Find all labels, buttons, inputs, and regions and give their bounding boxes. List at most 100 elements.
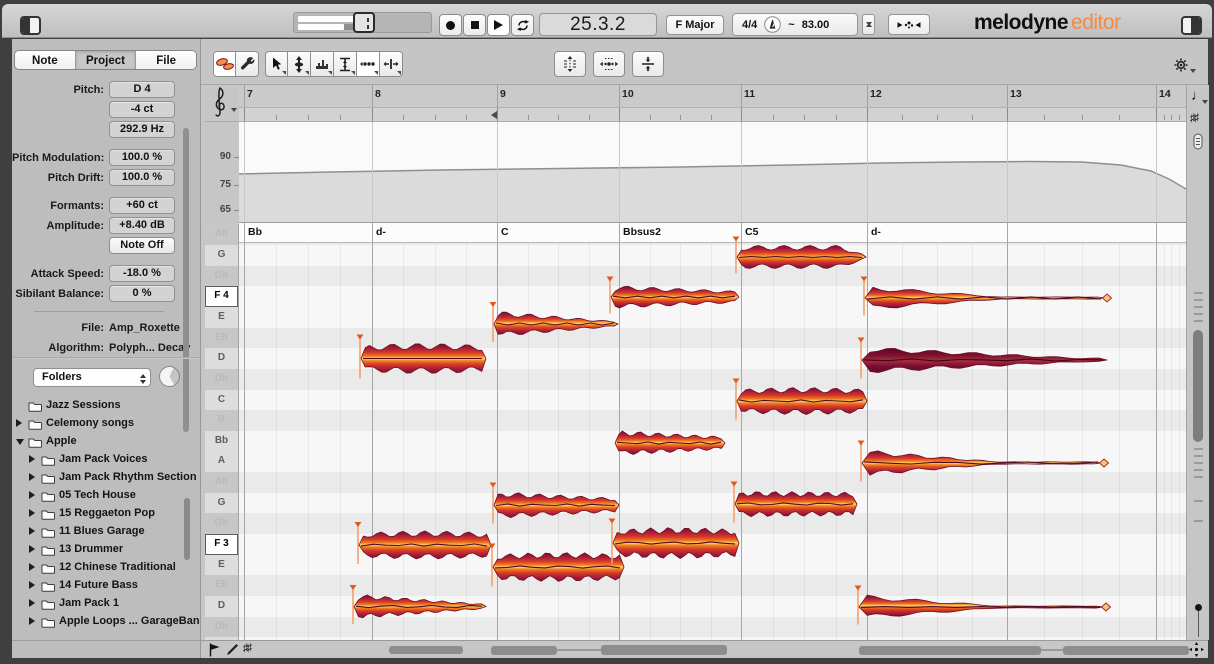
pitch-label[interactable]: G [205, 245, 238, 266]
progress-knob[interactable] [159, 366, 180, 387]
correct-pitch-macro-button[interactable] [554, 51, 586, 77]
pitch-label[interactable]: Ab [205, 472, 238, 493]
pitch-label[interactable]: Gb [205, 513, 238, 534]
folders-dropdown[interactable]: Folders [33, 368, 151, 387]
disclosure-closed-icon[interactable] [29, 581, 35, 589]
tempo-value[interactable]: 83.00 [802, 19, 830, 31]
key-button[interactable]: F Major [666, 15, 724, 35]
metronome-icon[interactable] [764, 16, 781, 33]
list-item[interactable]: 13 Drummer [12, 540, 200, 558]
disclosure-closed-icon[interactable] [29, 599, 35, 607]
vertical-scrollbar[interactable] [1193, 330, 1203, 442]
quantize-time-macro-button[interactable] [593, 51, 625, 77]
disclosure-closed-icon[interactable] [29, 509, 35, 517]
timing-tool-button[interactable] [357, 51, 380, 77]
list-item[interactable]: 12 Chinese Traditional [12, 558, 200, 576]
pitch-label[interactable]: B [205, 410, 238, 431]
level-amplitude-macro-button[interactable] [632, 51, 664, 77]
list-item[interactable]: 15 Reggaeton Pop [12, 504, 200, 522]
position-display[interactable]: 25.3.2 [539, 13, 657, 36]
double-sharp-bottom-icon[interactable]: ♯♯ [243, 642, 250, 654]
pitch-label[interactable]: D [205, 348, 238, 369]
list-item[interactable]: Jam Pack 1 [12, 594, 200, 612]
list-item[interactable]: Jam Pack Voices [12, 450, 200, 468]
double-sharp-icon[interactable]: ♯♯ [1190, 112, 1197, 124]
slider-thumb[interactable] [353, 12, 375, 33]
list-item[interactable]: Celemony songs [12, 414, 200, 432]
quarter-note-icon[interactable]: ♩ [1191, 87, 1206, 104]
list-item[interactable]: Apple Loops ... GarageBand [12, 612, 200, 630]
disclosure-closed-icon[interactable] [29, 545, 35, 553]
beat-tick-strip[interactable] [239, 108, 1186, 122]
list-item[interactable]: Jam Pack Rhythm Section [12, 468, 200, 486]
overview-scroll-slider[interactable] [293, 12, 432, 33]
pitch-label[interactable]: Db [205, 617, 238, 638]
tempo-curve[interactable] [239, 122, 1186, 222]
pitch-label[interactable]: Gb [205, 266, 238, 287]
record-button[interactable] [439, 14, 462, 36]
pen-icon[interactable] [226, 643, 239, 661]
pitch-label[interactable]: Bb [205, 431, 238, 452]
pitch-label[interactable]: E [205, 555, 238, 576]
pitch-label[interactable]: F 4 [205, 286, 238, 307]
main-tool-button[interactable] [213, 51, 236, 77]
field-value[interactable]: 100.0 % [109, 149, 175, 166]
pitch-label[interactable]: Eb [205, 575, 238, 596]
tempo-stepper[interactable] [862, 14, 875, 35]
pitch-label[interactable]: Eb [205, 328, 238, 349]
flag-icon[interactable] [209, 643, 221, 662]
pitch-label[interactable]: D [205, 596, 238, 617]
pitch-label[interactable]: C [205, 390, 238, 411]
disclosure-closed-icon[interactable] [29, 527, 35, 535]
editor-settings-button[interactable] [1174, 58, 1196, 76]
tempo-group[interactable]: 4/4 ~ 83.00 [732, 13, 858, 36]
pitch-label[interactable]: F 3 [205, 534, 238, 555]
disclosure-closed-icon[interactable] [16, 419, 22, 427]
field-value[interactable]: 100.0 % [109, 169, 175, 186]
field-value[interactable]: -4 ct [109, 101, 175, 118]
list-item[interactable]: 14 Future Bass [12, 576, 200, 594]
measure-ruler[interactable]: 7891011121314 [239, 85, 1186, 108]
stop-button[interactable] [463, 14, 486, 36]
pitch-label[interactable]: E [205, 307, 238, 328]
pitch-label[interactable]: Ab [205, 224, 238, 245]
note-off-button[interactable]: Note Off [109, 237, 175, 254]
note-blob-E4[interactable] [494, 312, 618, 334]
note-assignment-tool-button[interactable] [236, 51, 259, 77]
zoom-star-icon[interactable] [1189, 642, 1204, 662]
pitch-label[interactable]: G [205, 493, 238, 514]
disclosure-open-icon[interactable] [16, 439, 24, 445]
time-handle-tool-button[interactable] [380, 51, 403, 77]
disclosure-closed-icon[interactable] [29, 563, 35, 571]
pitch-label[interactable]: Db [205, 369, 238, 390]
note-blob-D3[interactable] [859, 595, 1104, 616]
disclosure-closed-icon[interactable] [29, 491, 35, 499]
field-value[interactable]: 0 % [109, 285, 175, 302]
field-value[interactable]: D 4 [109, 81, 175, 98]
field-value[interactable]: 292.9 Hz [109, 121, 175, 138]
clef-cell[interactable] [205, 85, 239, 122]
play-button[interactable] [487, 14, 510, 36]
scale-snap-icon[interactable] [1193, 133, 1203, 155]
amplitude-tool-button[interactable] [334, 51, 357, 77]
field-value[interactable]: +60 ct [109, 197, 175, 214]
inspector-scrollbar[interactable] [183, 128, 189, 432]
list-item[interactable]: 05 Tech House [12, 486, 200, 504]
arrow-tool-button[interactable] [265, 51, 288, 77]
pitch-label[interactable]: A [205, 451, 238, 472]
list-item[interactable]: Jazz Sessions [12, 396, 200, 414]
pitch-tool-button[interactable] [288, 51, 311, 77]
formant-tool-button[interactable] [311, 51, 334, 77]
autostretch-button[interactable] [888, 14, 930, 35]
disclosure-closed-icon[interactable] [29, 455, 35, 463]
sidebar-toggle-left-icon[interactable] [20, 16, 41, 35]
field-value[interactable]: +8.40 dB [109, 217, 175, 234]
sidebar-toggle-right-icon[interactable] [1181, 16, 1202, 35]
cycle-button[interactable] [511, 14, 534, 36]
list-item[interactable]: 11 Blues Garage [12, 522, 200, 540]
zoom-slider-handle[interactable] [1195, 604, 1202, 611]
disclosure-closed-icon[interactable] [29, 617, 35, 625]
disclosure-closed-icon[interactable] [29, 473, 35, 481]
field-value[interactable]: -18.0 % [109, 265, 175, 282]
browser-scrollbar[interactable] [184, 498, 190, 560]
